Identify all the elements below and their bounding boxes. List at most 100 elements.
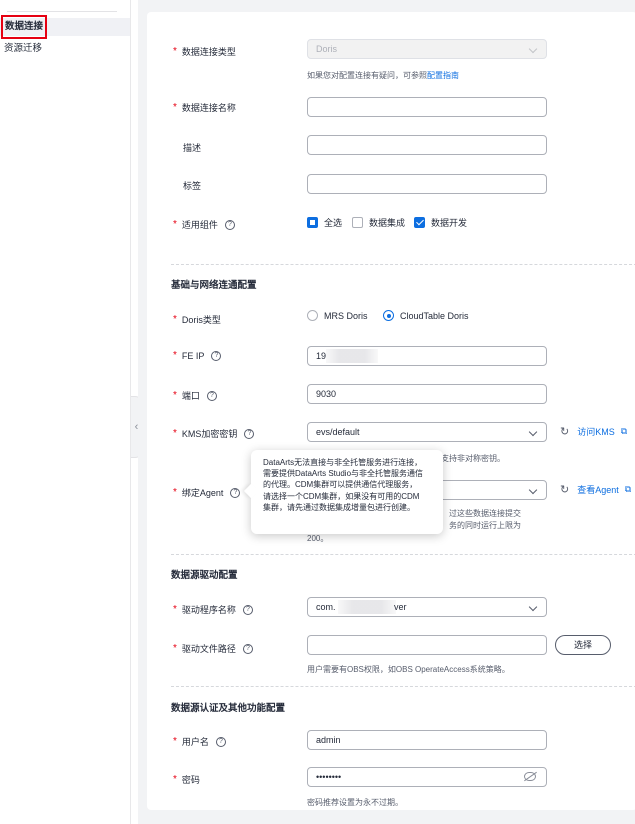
- radio-mrs-doris[interactable]: MRS Doris: [307, 310, 368, 321]
- required-mark: *: [173, 428, 177, 439]
- conn-type-select[interactable]: Doris: [307, 39, 547, 59]
- conn-type-hint-text: 如果您对配置连接有疑问，可参照: [307, 71, 427, 80]
- kms-label: * KMS加密密钥?: [173, 427, 255, 440]
- password-hint: 密码推荐设置为永不过期。: [307, 798, 403, 807]
- refresh-icon[interactable]: ↻: [560, 483, 569, 496]
- visit-kms-link[interactable]: ↻ 访问KMS ⧉: [560, 425, 627, 438]
- connection-form: * 数据连接类型 Doris 如果您对配置连接有疑问，可参照配置指南 * 数据连接名…: [147, 12, 635, 810]
- description-label: 描述: [183, 143, 202, 153]
- required-mark: *: [173, 604, 177, 615]
- driver-section-title: 数据源驱动配置: [171, 570, 238, 581]
- section-divider: [171, 264, 635, 265]
- checkbox-data-development[interactable]: 数据开发: [414, 216, 467, 229]
- chevron-down-icon: [528, 602, 538, 612]
- help-icon[interactable]: ?: [215, 736, 226, 747]
- sidebar-item-data-connection[interactable]: 数据连接: [0, 15, 130, 39]
- checkbox-box: [414, 217, 425, 228]
- username-label: * 用户名?: [173, 735, 226, 748]
- config-guide-link[interactable]: 配置指南: [427, 71, 459, 80]
- kms-value: evs/default: [316, 427, 360, 437]
- tooltip-line: 的代理。CDM集群可以提供通信代理服务，: [263, 480, 418, 490]
- fe-ip-label-text: FE IP: [181, 350, 205, 361]
- conn-name-input[interactable]: [307, 97, 547, 117]
- password-value: ••••••••: [316, 772, 342, 782]
- external-link-icon: ⧉: [620, 426, 628, 436]
- required-mark: *: [173, 219, 177, 230]
- doris-type-label: * Doris类型: [173, 313, 221, 326]
- radio-dot: [383, 310, 394, 321]
- refresh-icon[interactable]: ↻: [560, 425, 569, 438]
- doris-type-label-text: Doris类型: [181, 315, 221, 325]
- fe-ip-value: 19: [316, 351, 327, 361]
- section-divider: [171, 686, 635, 687]
- port-label-text: 端口: [181, 391, 200, 401]
- help-icon[interactable]: ?: [211, 350, 222, 361]
- username-label-text: 用户名: [181, 737, 209, 747]
- sidebar: 数据连接 资源迁移: [0, 0, 131, 824]
- help-icon[interactable]: ?: [242, 604, 253, 615]
- redacted-blur: [326, 349, 378, 363]
- agent-hint-line1: 过这些数据连接提交: [449, 509, 521, 518]
- help-icon[interactable]: ?: [230, 487, 241, 498]
- view-agent-label: 查看Agent: [577, 485, 619, 495]
- required-mark: *: [173, 487, 177, 498]
- help-icon[interactable]: ?: [206, 390, 217, 401]
- select-file-button[interactable]: 选择: [555, 635, 611, 655]
- driver-name-value: com.: [316, 602, 336, 612]
- password-label: * 密码: [173, 773, 200, 786]
- driver-path-label: * 驱动文件路径?: [173, 642, 253, 655]
- tags-label: 标签: [183, 181, 202, 191]
- conn-type-label-text: 数据连接类型: [181, 47, 236, 57]
- view-agent-link[interactable]: ↻ 查看Agent ⧉: [560, 483, 631, 496]
- fe-ip-label: * FE IP?: [173, 350, 222, 361]
- required-mark: *: [173, 314, 177, 325]
- required-mark: *: [173, 350, 177, 361]
- driver-name-value-suffix: ver: [394, 602, 407, 612]
- network-section-title: 基础与网络连通配置: [171, 280, 257, 291]
- username-value: admin: [316, 735, 341, 745]
- driver-name-select[interactable]: com. ver: [307, 597, 547, 617]
- sidebar-item-resource-migration[interactable]: 资源迁移: [0, 40, 130, 58]
- required-mark: *: [173, 736, 177, 747]
- tags-input[interactable]: [307, 174, 547, 194]
- driver-path-input[interactable]: [307, 635, 547, 655]
- required-mark: *: [173, 390, 177, 401]
- conn-name-label-text: 数据连接名称: [181, 103, 236, 113]
- components-label-text: 适用组件: [181, 220, 218, 230]
- required-mark: *: [173, 46, 177, 57]
- port-input[interactable]: 9030: [307, 384, 547, 404]
- help-icon[interactable]: ?: [242, 643, 253, 654]
- conn-type-hint: 如果您对配置连接有疑问，可参照配置指南: [307, 70, 459, 81]
- tooltip-line: 集群，请先通过数据集成增量包进行创建。: [263, 502, 415, 512]
- password-input[interactable]: ••••••••: [307, 767, 547, 787]
- sidebar-divider: [7, 11, 117, 12]
- conn-type-value: Doris: [316, 44, 338, 54]
- checkbox-data-integration[interactable]: 数据集成: [352, 216, 405, 229]
- help-icon[interactable]: ?: [224, 219, 235, 230]
- chevron-down-icon: [528, 44, 538, 54]
- radio-label: CloudTable Doris: [400, 310, 469, 321]
- eye-off-icon[interactable]: [524, 772, 536, 781]
- radio-dot: [307, 310, 318, 321]
- username-input[interactable]: admin: [307, 730, 547, 750]
- radio-cloudtable-doris[interactable]: CloudTable Doris: [383, 310, 469, 321]
- required-mark: *: [173, 774, 177, 785]
- checkbox-select-all[interactable]: 全选: [307, 216, 342, 229]
- checkbox-label: 全选: [324, 218, 343, 228]
- checkbox-box: [352, 217, 363, 228]
- help-icon[interactable]: ?: [244, 428, 255, 439]
- port-label: * 端口?: [173, 389, 217, 402]
- tooltip-line: 需要提供DataArts Studio与非全托管服务通信: [263, 469, 424, 479]
- driver-path-hint: 用户需要有OBS权限，如OBS OperateAccess系统策略。: [307, 665, 510, 674]
- tooltip-line: 请选择一个CDM集群，如果没有可用的CDM: [263, 491, 420, 501]
- kms-select[interactable]: evs/default: [307, 422, 547, 442]
- fe-ip-input[interactable]: 19: [307, 346, 547, 366]
- driver-name-label-text: 驱动程序名称: [181, 605, 236, 615]
- auth-section-title: 数据源认证及其他功能配置: [171, 703, 286, 714]
- external-link-icon: ⧉: [624, 484, 632, 494]
- description-input[interactable]: [307, 135, 547, 155]
- agent-label-text: 绑定Agent: [181, 488, 224, 498]
- required-mark: *: [173, 102, 177, 113]
- conn-type-label: * 数据连接类型: [173, 45, 236, 58]
- checkbox-label: 数据开发: [431, 218, 468, 228]
